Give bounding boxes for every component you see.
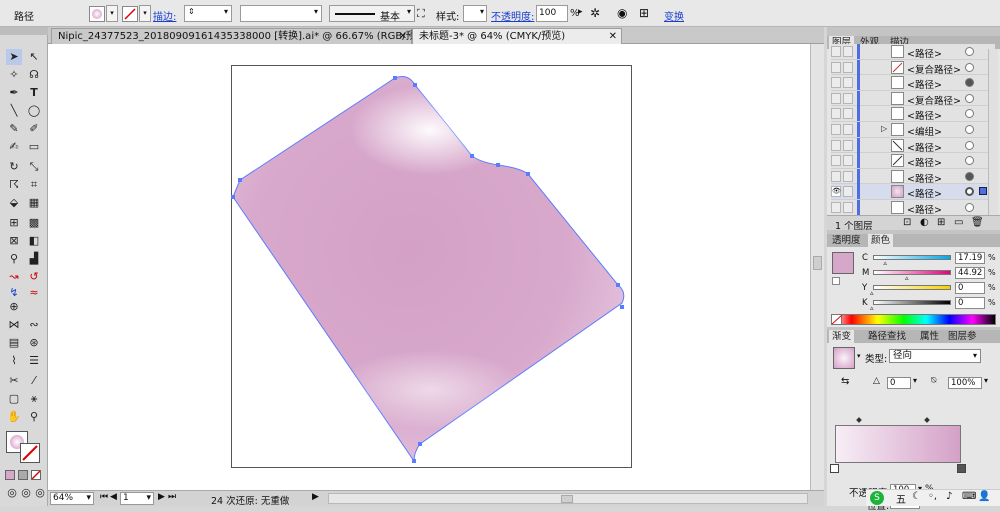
channel-unit: %: [988, 283, 996, 292]
channel-slider-thumb[interactable]: ▵: [905, 274, 909, 282]
channel-slider[interactable]: [873, 300, 951, 305]
ime-moon-icon[interactable]: ☾: [912, 491, 921, 502]
layer-row[interactable]: <路径>: [831, 75, 995, 91]
ime-keyboard-icon[interactable]: ⌨: [962, 491, 976, 502]
new-sublayer-icon[interactable]: ⊞: [937, 217, 945, 228]
last-page-icon[interactable]: ⏭: [168, 492, 176, 502]
right-panels: 图层 外观 描边 <路径> <复合路径> <路径> <复合路径> <路径> ▷ <…: [827, 27, 1000, 512]
ime-user-icon[interactable]: 👤: [978, 491, 990, 502]
ime-punctuation-icon[interactable]: ◦,: [928, 491, 937, 502]
layer-row[interactable]: ▷ <编组>: [831, 122, 995, 138]
channel-unit: %: [988, 298, 996, 307]
channel-unit: %: [988, 268, 996, 277]
scrollbar-thumb[interactable]: [813, 256, 822, 270]
canvas-vertical-scrollbar[interactable]: [810, 44, 824, 490]
channel-slider-thumb[interactable]: ▵: [870, 304, 874, 312]
new-layer-icon[interactable]: ▭: [954, 217, 963, 228]
channel-value-field[interactable]: 44.92: [955, 267, 985, 279]
color-panel-tabs: 透明度 颜色: [827, 234, 1000, 247]
history-status: 24 次还原: 无重做: [211, 496, 290, 507]
delete-layer-icon[interactable]: 🗑: [971, 217, 984, 228]
layers-list: <路径> <复合路径> <路径> <复合路径> <路径> ▷ <编组> <路径> …: [827, 44, 1000, 216]
gradient-type-select[interactable]: 径向 ▾: [889, 349, 981, 363]
layer-row[interactable]: <路径>: [831, 200, 995, 216]
midpoint-diamond[interactable]: [856, 417, 862, 423]
channel-label: K: [862, 298, 868, 308]
next-page-icon[interactable]: ▶: [158, 492, 165, 502]
layer-row[interactable]: <路径>: [831, 137, 995, 154]
channel-value-field[interactable]: 0: [955, 282, 985, 294]
layer-row[interactable]: <路径>: [831, 106, 995, 122]
channel-label: C: [862, 253, 868, 263]
angle-icon: △: [873, 376, 880, 386]
gradient-preview-dropdown[interactable]: ▾: [857, 352, 861, 360]
gradient-panel-tabs: 渐变 路径查找 属性 图层参: [827, 330, 1000, 343]
stroke-proxy-icon[interactable]: [832, 277, 840, 285]
prev-page-icon[interactable]: ◀: [110, 492, 117, 502]
reverse-gradient-icon[interactable]: ⇆: [841, 376, 849, 387]
layer-row[interactable]: <复合路径>: [831, 59, 995, 76]
locate-object-icon[interactable]: ⊡: [903, 217, 911, 228]
aspect-ratio-icon: ⍉: [931, 376, 937, 386]
clipping-mask-icon[interactable]: ◐: [920, 217, 929, 228]
layer-row[interactable]: <路径>: [831, 153, 995, 169]
channel-value-field[interactable]: 17.19: [955, 252, 985, 264]
channel-value-field[interactable]: 0: [955, 297, 985, 309]
ime-logo-icon[interactable]: S: [870, 491, 884, 505]
status-menu-icon[interactable]: ▶: [312, 492, 319, 502]
gradient-slider-bar[interactable]: [835, 425, 961, 463]
midpoint-diamond[interactable]: [924, 417, 930, 423]
first-page-icon[interactable]: ⏮: [100, 492, 108, 502]
layer-count: 1 个图层: [835, 221, 873, 232]
layer-row-selected[interactable]: 👁 <路径>: [831, 184, 995, 200]
gradient-panel: ▾ 类型: 径向 ▾ ⇆ △ 0 ▾ ⍉ 100% ▾ 不透明度: 100 ▾ …: [827, 343, 1000, 512]
gradient-type-label: 类型:: [865, 354, 888, 365]
gradient-preview-swatch[interactable]: [833, 347, 855, 369]
aspect-ratio-field[interactable]: 100%: [948, 377, 982, 389]
tab-pathfinder[interactable]: 路径查找: [865, 330, 909, 343]
status-bar: 64% ▾ ⏮ ◀ 1 ▾ ▶ ⏭ 24 次还原: 无重做 ▶: [48, 490, 824, 507]
angle-field[interactable]: 0: [887, 377, 911, 389]
horizontal-scrollbar[interactable]: [328, 493, 808, 504]
channel-slider-thumb[interactable]: ▵: [883, 259, 887, 267]
layers-footer: 1 个图层 ⊡ ◐ ⊞ ▭ 🗑: [827, 215, 1000, 232]
color-panel: C ▵ 17.19% M ▵ 44.92% Y ▵ 0% K ▵ 0%: [827, 247, 1000, 327]
expand-arrow-icon[interactable]: ▷: [881, 124, 887, 133]
tab-transparency[interactable]: 透明度: [829, 234, 864, 247]
tab-attributes[interactable]: 属性: [917, 330, 942, 343]
ime-toolbar: S 五 ☾ ◦, ♪ ⌨ 👤: [866, 489, 1000, 506]
channel-slider-thumb[interactable]: ▵: [870, 289, 874, 297]
gradient-stop-left[interactable]: [830, 464, 839, 473]
gradient-stop-right[interactable]: [957, 464, 966, 473]
channel-unit: %: [988, 253, 996, 262]
tab-gradient[interactable]: 渐变: [829, 330, 855, 343]
layer-row[interactable]: <路径>: [831, 44, 995, 60]
channel-label: M: [862, 268, 870, 278]
tab-layer-comps[interactable]: 图层参: [945, 330, 980, 343]
channel-slider[interactable]: [873, 270, 951, 275]
current-color-swatch[interactable]: [832, 252, 854, 274]
layers-scrollbar[interactable]: [988, 49, 998, 215]
layer-row[interactable]: <路径>: [831, 168, 995, 185]
ime-wubi-icon[interactable]: 五: [896, 491, 906, 506]
channel-slider[interactable]: [873, 285, 951, 290]
tab-color[interactable]: 颜色: [868, 234, 894, 247]
ime-mic-icon[interactable]: ♪: [946, 491, 952, 502]
aspect-dropdown[interactable]: ▾: [984, 376, 988, 385]
channel-label: Y: [862, 283, 868, 293]
layer-row[interactable]: <复合路径>: [831, 90, 995, 107]
page-field[interactable]: 1 ▾: [120, 492, 154, 505]
color-spectrum-bar[interactable]: [831, 314, 996, 325]
angle-dropdown[interactable]: ▾: [913, 376, 917, 385]
zoom-field[interactable]: 64% ▾: [50, 492, 94, 505]
